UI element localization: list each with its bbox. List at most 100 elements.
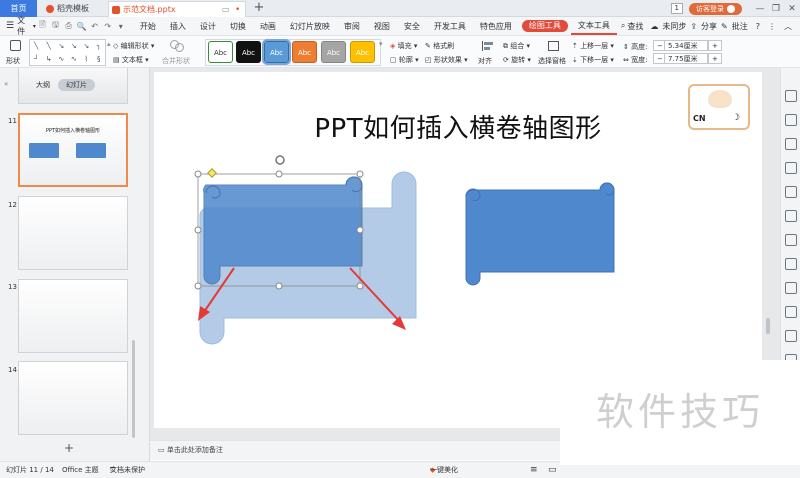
menu-transition[interactable]: 切换	[223, 17, 253, 36]
outline-button[interactable]: ▢ 轮廓 ▾	[390, 55, 419, 65]
arrow-shape-icon[interactable]: ↘	[68, 40, 81, 53]
resize-handle[interactable]	[275, 282, 283, 290]
shape-button[interactable]: 形状	[6, 39, 26, 66]
tab-template[interactable]: 稻壳模板	[43, 1, 100, 17]
menu-developer[interactable]: 开发工具	[427, 17, 473, 36]
window-count-badge[interactable]: 1	[670, 3, 683, 14]
style-gallery-more-icon[interactable]: ▾	[379, 40, 383, 48]
edit-shape-button[interactable]: ◇ 编辑形状 ▾	[113, 41, 154, 51]
style-swatch-orange[interactable]: Abc	[292, 41, 317, 63]
gallery-scroll-icon[interactable]: ▴	[107, 40, 111, 48]
collapse-panel-icon[interactable]: «	[4, 80, 8, 88]
style-swatch-gold[interactable]: Abc	[350, 41, 375, 63]
file-menu[interactable]: ☰ 文件 ▾	[0, 15, 36, 37]
menu-special-apps[interactable]: 特色应用	[473, 17, 519, 36]
layers-icon[interactable]	[785, 138, 797, 150]
tab-outline[interactable]: 大纲	[28, 79, 58, 91]
search-button[interactable]: 查找	[625, 17, 650, 36]
tab-slides[interactable]: 幻灯片	[58, 79, 95, 91]
shape-effect-button[interactable]: ◰ 形状效果 ▾	[425, 55, 468, 65]
width-field[interactable]: 7.75厘米	[664, 53, 708, 64]
slide-view-icon[interactable]: ▭	[548, 462, 557, 478]
merge-shape-button[interactable]: 合并形状	[160, 39, 196, 66]
chart-icon[interactable]	[785, 210, 797, 222]
help-icon[interactable]: ?	[752, 17, 764, 36]
selection-pane-button[interactable]: 选择窗格	[538, 39, 570, 66]
format-painter-button[interactable]: ✎ 格式刷	[425, 41, 454, 51]
theme-name[interactable]: Office 主题	[62, 462, 99, 478]
share-pane-icon[interactable]	[785, 306, 797, 318]
style-swatch-gray[interactable]: Abc	[321, 41, 346, 63]
help-pane-icon[interactable]	[785, 282, 797, 294]
audio-icon[interactable]	[785, 330, 797, 342]
shape-pane-icon[interactable]	[785, 90, 797, 102]
bring-forward-button[interactable]: ⇡ 上移一层 ▾	[572, 41, 614, 51]
height-increment[interactable]: +	[708, 40, 722, 51]
menu-drawing-tools[interactable]: 绘图工具	[521, 20, 568, 32]
minimize-button[interactable]: —	[752, 4, 768, 14]
format-pane-icon[interactable]	[785, 114, 797, 126]
line-shape-icon[interactable]: ╲	[43, 40, 56, 53]
rotate-handle-icon[interactable]	[275, 155, 285, 165]
arrow-shape-icon[interactable]: ↘	[55, 40, 68, 53]
save-icon[interactable]: 🖫	[49, 19, 62, 33]
share-button[interactable]: 分享	[697, 17, 721, 36]
slide-thumbnail-11[interactable]: PPT如何插入横卷轴图形	[18, 113, 128, 187]
undo-icon[interactable]: ↶	[88, 22, 101, 31]
shape-gallery[interactable]: ╲ ╲ ↘ ↘ ↘ ┐ ┘ ↳ ∿ ∿ ⌇ §	[29, 39, 106, 66]
beautify-button[interactable]: ◆ 一键美化 ▾	[430, 462, 458, 478]
close-button[interactable]: ✕	[784, 4, 800, 14]
menu-animation[interactable]: 动画	[253, 17, 283, 36]
comment-button[interactable]: 批注	[728, 17, 752, 36]
menu-text-tools[interactable]: 文本工具	[570, 18, 617, 35]
curve-shape-icon[interactable]: ∿	[55, 53, 68, 66]
horizontal-scroll-shape[interactable]	[465, 182, 615, 286]
arrow-shape-icon[interactable]: ↘	[80, 40, 93, 53]
menu-insert[interactable]: 插入	[163, 17, 193, 36]
slide-thumbnail-12[interactable]	[18, 196, 128, 270]
freeform-shape-icon[interactable]: §	[93, 53, 106, 66]
redo-icon[interactable]: ↷	[101, 22, 114, 31]
resize-handle[interactable]	[194, 282, 202, 290]
fill-button[interactable]: ◈ 填充 ▾	[390, 41, 417, 51]
elbow-shape-icon[interactable]: ↳	[43, 53, 56, 66]
new-tab-button[interactable]: +	[252, 1, 266, 15]
connector-shape-icon[interactable]: ┐	[93, 40, 106, 53]
resize-handle[interactable]	[356, 226, 364, 234]
curve-shape-icon[interactable]: ⌇	[80, 53, 93, 66]
line-shape-icon[interactable]: ╲	[30, 40, 43, 53]
slide-thumbnail-14[interactable]	[18, 361, 128, 435]
group-button[interactable]: ⧉ 组合 ▾	[503, 41, 530, 51]
quick-access-more-icon[interactable]: ▾	[114, 22, 127, 31]
menu-security[interactable]: 安全	[397, 17, 427, 36]
style-swatch-white[interactable]: Abc	[208, 41, 233, 63]
normal-view-icon[interactable]: ≡	[530, 462, 538, 478]
slide-thumbnail-13[interactable]	[18, 279, 128, 353]
canvas-scrollbar[interactable]	[766, 318, 770, 334]
tab-document[interactable]: 示范文档.pptx ▭ •	[108, 1, 246, 17]
height-field[interactable]: 5.34厘米	[664, 40, 708, 51]
new-doc-icon[interactable]: 🗎	[36, 19, 49, 33]
tool-icon[interactable]	[785, 258, 797, 270]
style-swatch-blue[interactable]: Abc	[262, 39, 291, 65]
transition-pane-icon[interactable]	[785, 186, 797, 198]
width-increment[interactable]: +	[708, 53, 722, 64]
resize-handle[interactable]	[356, 170, 364, 178]
style-swatch-black[interactable]: Abc	[236, 41, 261, 63]
panel-scrollbar[interactable]	[132, 340, 135, 438]
menu-view[interactable]: 视图	[367, 17, 397, 36]
send-backward-button[interactable]: ⇣ 下移一层 ▾	[572, 55, 614, 65]
resize-handle[interactable]	[275, 170, 283, 178]
add-slide-button[interactable]: +	[64, 442, 74, 454]
guest-login-button[interactable]: 访客登录	[689, 2, 742, 15]
more-icon[interactable]: ⋮	[764, 17, 780, 36]
preview-icon[interactable]: 🔍	[75, 22, 88, 31]
curve-shape-icon[interactable]: ∿	[68, 53, 81, 66]
textbox-button[interactable]: ▤ 文本框 ▾	[113, 55, 149, 65]
resize-handle[interactable]	[194, 226, 202, 234]
maximize-button[interactable]: ❐	[768, 4, 784, 14]
collapse-ribbon-icon[interactable]: ︿	[780, 17, 796, 36]
elbow-shape-icon[interactable]: ┘	[30, 53, 43, 66]
align-button[interactable]: 对齐	[476, 39, 500, 66]
rotate-button[interactable]: ⟳ 旋转 ▾	[503, 55, 531, 65]
